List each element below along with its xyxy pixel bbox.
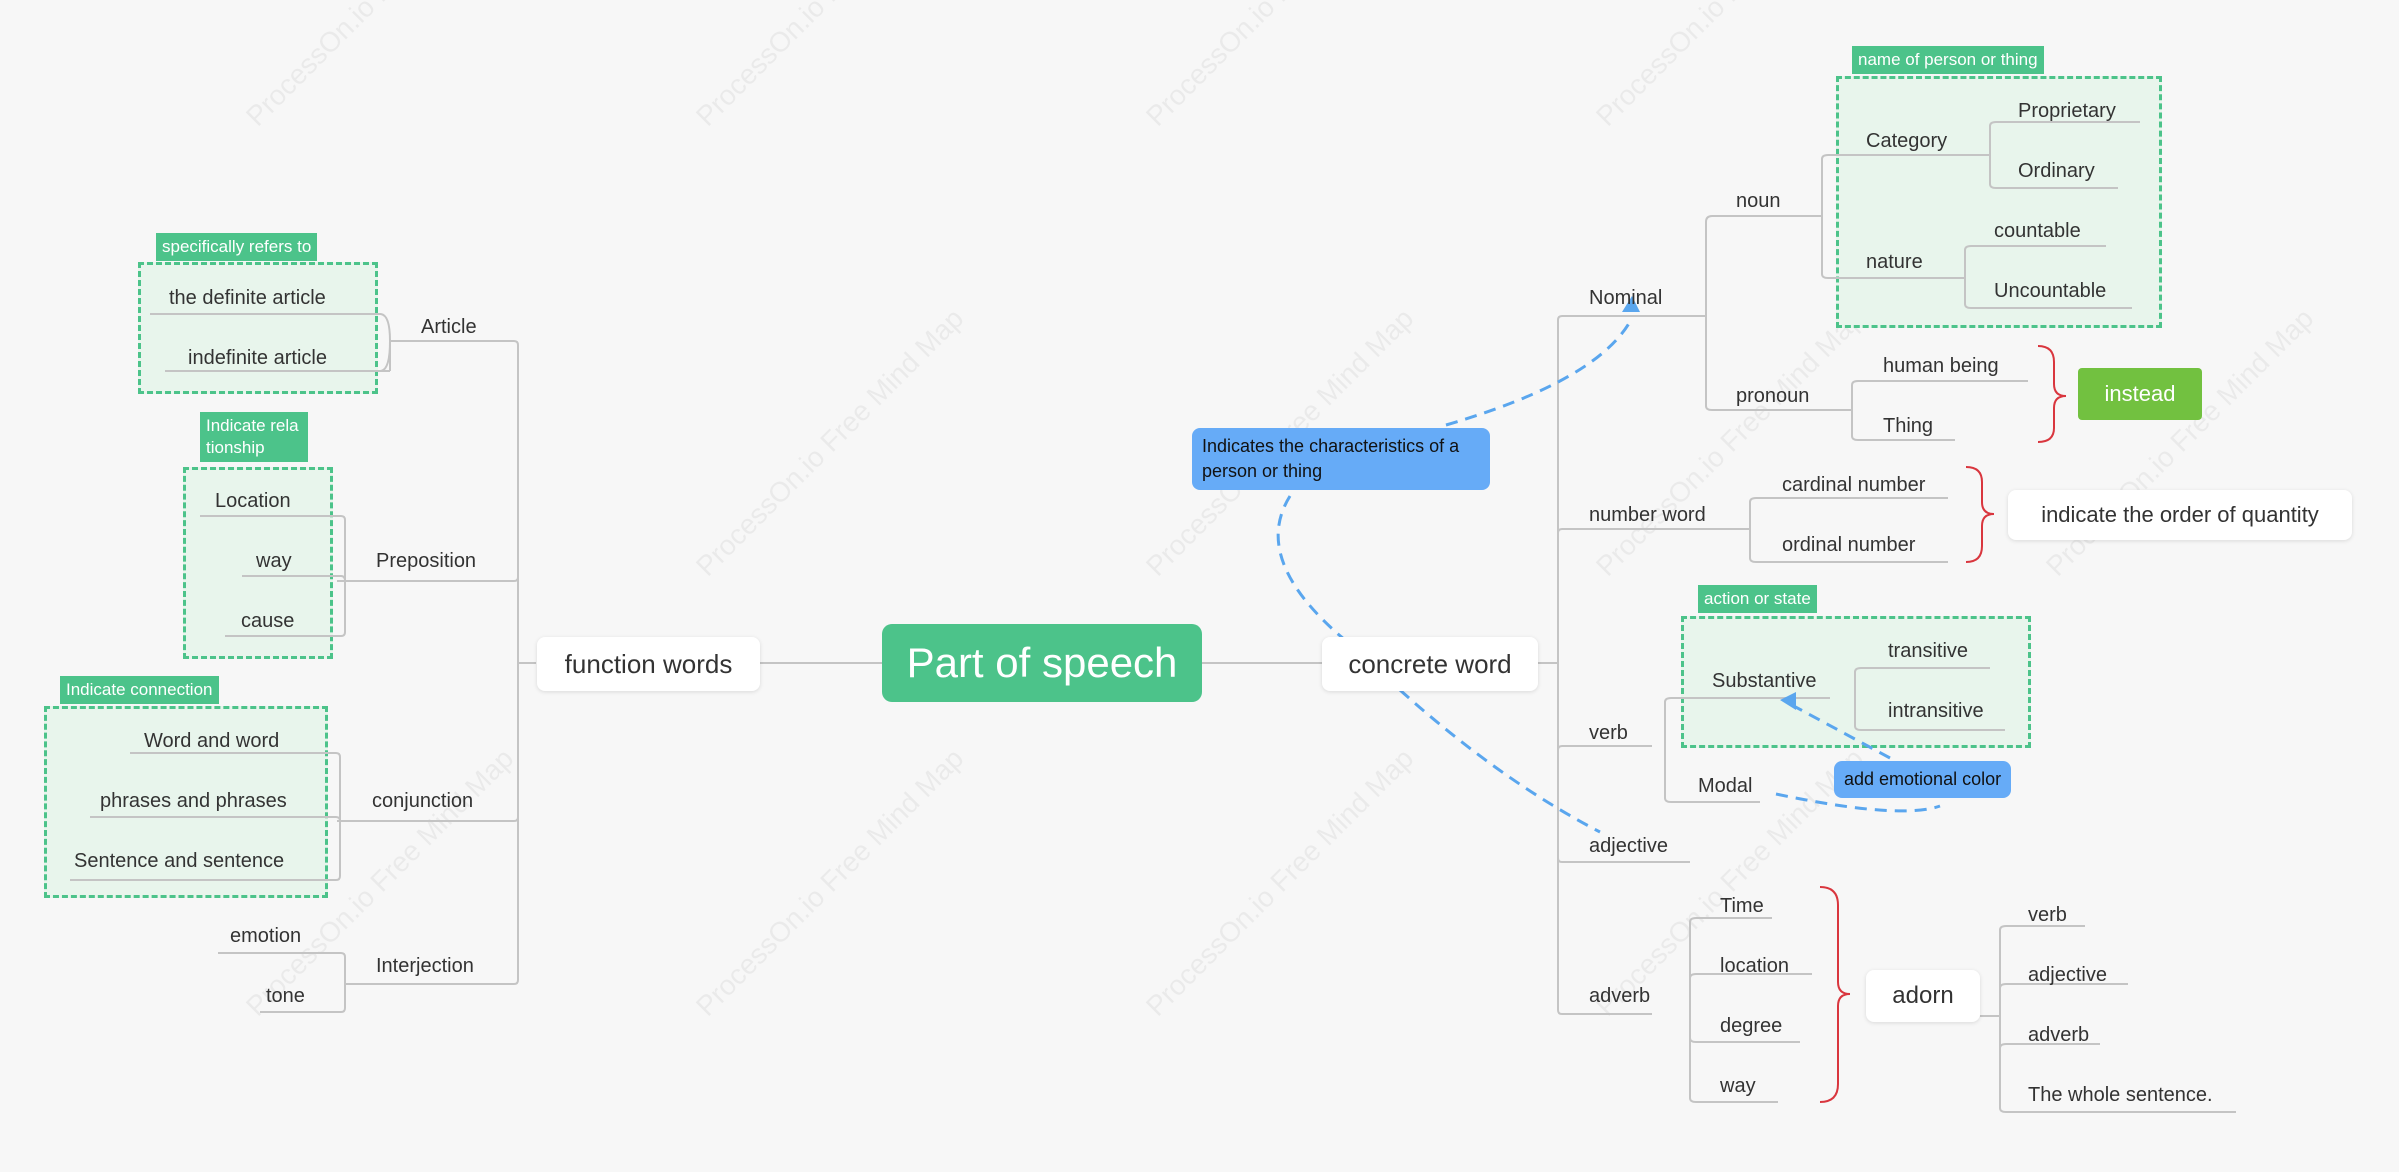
conjunction-tag: Indicate connection bbox=[60, 676, 219, 704]
preposition-item[interactable]: Location bbox=[215, 488, 291, 514]
category-item[interactable]: Ordinary bbox=[2018, 158, 2095, 184]
nature-item[interactable]: countable bbox=[1994, 218, 2081, 244]
noun-node[interactable]: noun bbox=[1736, 188, 1781, 214]
verb-tag: action or state bbox=[1698, 585, 1817, 613]
interjection-node[interactable]: Interjection bbox=[376, 953, 474, 979]
adverb-item[interactable]: degree bbox=[1720, 1013, 1782, 1039]
category-item[interactable]: Proprietary bbox=[2018, 98, 2116, 124]
adverb-node[interactable]: adverb bbox=[1589, 983, 1650, 1009]
number-word-node[interactable]: number word bbox=[1589, 502, 1706, 528]
nature-item[interactable]: Uncountable bbox=[1994, 278, 2106, 304]
substantive-item[interactable]: transitive bbox=[1888, 638, 1968, 664]
conjunction-item[interactable]: Sentence and sentence bbox=[74, 848, 284, 874]
nature-node[interactable]: nature bbox=[1866, 249, 1923, 275]
adjective-node[interactable]: adjective bbox=[1589, 833, 1668, 859]
nominal-node[interactable]: Nominal bbox=[1589, 285, 1662, 311]
preposition-item[interactable]: way bbox=[256, 548, 292, 574]
conjunction-item[interactable]: Word and word bbox=[144, 728, 279, 754]
adverb-item[interactable]: location bbox=[1720, 953, 1789, 979]
quantity-summary[interactable]: indicate the order of quantity bbox=[2008, 490, 2352, 540]
substantive-item[interactable]: intransitive bbox=[1888, 698, 1984, 724]
interjection-item[interactable]: tone bbox=[266, 983, 305, 1009]
number-word-item[interactable]: cardinal number bbox=[1782, 472, 1925, 498]
adverb-item[interactable]: Time bbox=[1720, 893, 1764, 919]
interjection-item[interactable]: emotion bbox=[230, 923, 301, 949]
noun-tag: name of person or thing bbox=[1852, 46, 2044, 74]
mind-map-canvas: ProcessOn.io Free Mind Map ProcessOn.io … bbox=[0, 0, 2399, 1172]
category-node[interactable]: Category bbox=[1866, 128, 1947, 154]
article-node[interactable]: Article bbox=[421, 314, 477, 340]
preposition-item[interactable]: cause bbox=[241, 608, 294, 634]
article-tag: specifically refers to bbox=[156, 233, 318, 261]
concrete-word-node[interactable]: concrete word bbox=[1322, 637, 1538, 691]
modal-node[interactable]: Modal bbox=[1698, 773, 1752, 799]
adorn-summary[interactable]: adorn bbox=[1866, 970, 1980, 1022]
adorn-target[interactable]: adjective bbox=[2028, 962, 2107, 988]
root-node[interactable]: Part of speech bbox=[882, 624, 1202, 702]
conjunction-item[interactable]: phrases and phrases bbox=[100, 788, 287, 814]
emotional-color-callout[interactable]: add emotional color bbox=[1834, 761, 2012, 798]
pronoun-item[interactable]: Thing bbox=[1883, 413, 1933, 439]
pronoun-item[interactable]: human being bbox=[1883, 353, 1999, 379]
characteristics-callout[interactable]: Indicates the characteristics of a perso… bbox=[1192, 428, 1490, 490]
substantive-node[interactable]: Substantive bbox=[1712, 668, 1817, 694]
preposition-node[interactable]: Preposition bbox=[376, 548, 476, 574]
number-word-item[interactable]: ordinal number bbox=[1782, 532, 1915, 558]
conjunction-node[interactable]: conjunction bbox=[372, 788, 473, 814]
article-item[interactable]: the definite article bbox=[169, 285, 326, 311]
adorn-target[interactable]: The whole sentence. bbox=[2028, 1082, 2213, 1108]
adverb-item[interactable]: way bbox=[1720, 1073, 1756, 1099]
function-words-node[interactable]: function words bbox=[537, 637, 760, 691]
verb-node[interactable]: verb bbox=[1589, 720, 1628, 746]
pronoun-node[interactable]: pronoun bbox=[1736, 383, 1809, 409]
adorn-target[interactable]: verb bbox=[2028, 902, 2067, 928]
adorn-target[interactable]: adverb bbox=[2028, 1022, 2089, 1048]
preposition-tag: Indicate rela tionship bbox=[200, 412, 308, 462]
article-item[interactable]: indefinite article bbox=[188, 345, 327, 371]
instead-summary[interactable]: instead bbox=[2078, 368, 2202, 420]
